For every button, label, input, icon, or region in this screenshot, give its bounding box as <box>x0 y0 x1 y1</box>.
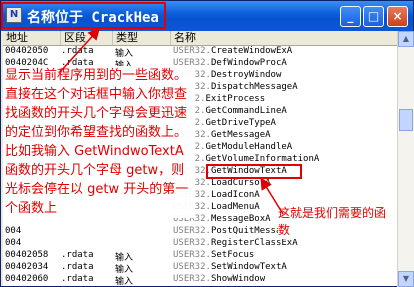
section-cell: .rdata <box>61 274 94 284</box>
type-cell <box>115 226 170 237</box>
address-cell: 00402034 <box>5 262 49 272</box>
module-prefix: USER32. <box>173 250 211 260</box>
section-cell <box>61 226 111 237</box>
column-header-name[interactable]: 名称 <box>171 31 397 45</box>
type-cell: 输入 <box>115 253 134 261</box>
name-cell: NEL32.GetCommandLineA <box>173 106 397 117</box>
type-cell <box>115 238 170 249</box>
function-name: LoadIconA <box>210 190 260 200</box>
type-cell: 输入 <box>115 265 134 273</box>
name-cell: USER32.DefWindowProcA <box>173 58 397 69</box>
callout-text: 这就是我们需要的函数 <box>278 205 393 239</box>
highlight-box-getwindowtexta <box>206 164 302 179</box>
list-row[interactable]: 00402050 .rdata 输入 USER32.CreateWindowExA <box>3 46 397 57</box>
scroll-thumb[interactable] <box>399 109 413 131</box>
function-name: GetDriveTypeA <box>205 118 276 128</box>
module-prefix: USER32. <box>173 226 211 236</box>
module-prefix: USER32. <box>173 262 211 272</box>
name-cell: USER32.DestroyWindow <box>173 70 397 81</box>
function-name: GetModuleHandleA <box>205 142 293 152</box>
function-name: MessageBoxA <box>210 214 271 224</box>
column-header-section[interactable]: 区段 <box>61 31 113 45</box>
annotation-text: 显示当前程序用到的一些函数。直接在这个对话框中输入你想查找函数的开头几个字母会更… <box>5 66 195 218</box>
address-cell: 00402058 <box>5 250 49 260</box>
function-name: LoadMenuA <box>210 202 260 212</box>
maximize-button[interactable]: □ <box>363 6 384 27</box>
list-header: 地址 区段 类型 名称 <box>3 31 397 46</box>
function-name: GetCommandLineA <box>205 106 287 116</box>
address-cell: 004 <box>5 226 22 236</box>
list-row[interactable]: 00402060 .rdata 输入 USER32.ShowWindow <box>3 274 397 285</box>
module-prefix: USER32. <box>173 46 211 56</box>
name-cell: USER32.RegisterClassExA <box>173 238 397 249</box>
scroll-down-arrow-icon[interactable]: ▼ <box>398 271 414 287</box>
function-name: CreateWindowExA <box>210 46 293 56</box>
section-cell: .rdata <box>61 46 94 56</box>
function-name: GetMessageA <box>210 130 271 140</box>
module-prefix: USER32. <box>173 274 211 284</box>
function-name: ExitProcess <box>205 94 266 104</box>
name-cell: NEL32.GetDriveTypeA <box>173 118 397 129</box>
type-cell: 输入 <box>115 277 134 285</box>
name-cell: USER32.LoadIconA <box>173 190 397 201</box>
list-row[interactable]: 00402058 .rdata 输入 USER32.SetFocus <box>3 250 397 261</box>
name-cell: USER32.CreateWindowExA <box>173 46 397 57</box>
minimize-button[interactable]: _ <box>340 6 361 27</box>
list-row[interactable]: 004 USER32.RegisterClassExA <box>3 238 397 249</box>
section-cell <box>61 238 111 249</box>
section-cell: .rdata <box>61 262 94 272</box>
name-cell: USER32.SetWindowTextA <box>173 262 397 273</box>
module-prefix: USER32. <box>173 238 211 248</box>
name-cell: USER32.LoadCursorA <box>173 178 397 189</box>
address-cell: 00402060 <box>5 274 49 284</box>
scroll-up-arrow-icon[interactable]: ▲ <box>398 31 414 47</box>
name-cell: USER32.DispatchMessageA <box>173 82 397 93</box>
name-cell: USER32.SetFocus <box>173 250 397 261</box>
name-cell: NEL32.GetModuleHandleA <box>173 142 397 153</box>
vertical-scrollbar[interactable]: ▲ ▼ <box>397 31 414 287</box>
function-name: SetFocus <box>210 250 255 260</box>
address-cell: 004 <box>5 238 22 248</box>
section-cell: .rdata <box>61 250 94 260</box>
close-button[interactable]: × <box>387 6 408 27</box>
function-name: SetWindowTextA <box>210 262 287 272</box>
function-name: DispatchMessageA <box>210 82 298 92</box>
column-header-type[interactable]: 类型 <box>113 31 171 45</box>
function-name: GetVolumeInformationA <box>205 154 320 164</box>
column-header-address[interactable]: 地址 <box>3 31 61 45</box>
function-name: DefWindowProcA <box>210 58 287 68</box>
function-name: LoadCursorA <box>210 178 271 188</box>
name-cell: USER32.GetMessageA <box>173 130 397 141</box>
title-bar[interactable]: N 名称位于 CrackHea _ □ × <box>1 1 413 31</box>
function-name: RegisterClassExA <box>210 238 298 248</box>
function-name: ShowWindow <box>210 274 266 284</box>
list-row[interactable]: 00402034 .rdata 输入 USER32.SetWindowTextA <box>3 262 397 273</box>
name-cell: USER32.ShowWindow <box>173 274 397 285</box>
type-cell: 输入 <box>115 49 134 57</box>
function-name: DestroyWindow <box>210 70 282 80</box>
address-cell: 00402050 <box>5 46 49 56</box>
title-highlight-box <box>1 2 166 29</box>
name-cell: NEL32.ExitProcess <box>173 94 397 105</box>
